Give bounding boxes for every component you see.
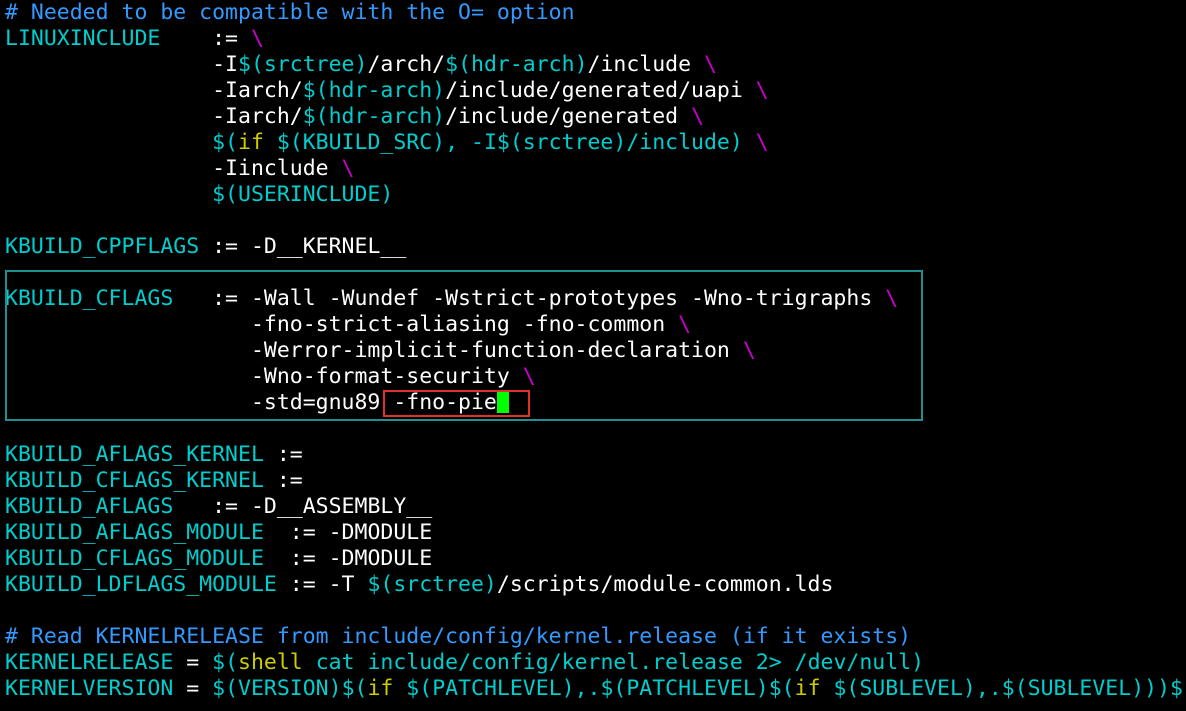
- code-token: :=: [212, 26, 251, 51]
- code-token: $(PATCHLEVEL),.$(PATCHLEVEL)$(: [393, 676, 795, 701]
- code-line: # Needed to be compatible with the O= op…: [5, 0, 1186, 26]
- code-token: KBUILD_AFLAGS_KERNEL: [5, 442, 264, 467]
- code-token: KERNELVERSION: [5, 676, 174, 701]
- code-token: $(hdr-arch): [445, 52, 588, 77]
- code-line: -I$(srctree)/arch/$(hdr-arch)/include \: [5, 52, 1186, 78]
- code-token: =: [173, 650, 213, 675]
- code-token: \: [341, 156, 355, 181]
- code-token: # Read KERNELRELEASE from include/config…: [5, 624, 912, 649]
- code-token: -Iinclude: [5, 156, 342, 181]
- code-token: KBUILD_AFLAGS_MODULE: [5, 520, 264, 545]
- code-token: \: [704, 52, 717, 77]
- code-line: $(USERINCLUDE): [5, 182, 1186, 208]
- code-token: /include/generated/uapi: [445, 78, 756, 103]
- code-token: -Iarch/: [5, 104, 303, 129]
- code-line: -Iarch/$(hdr-arch)/include/generated/uap…: [5, 78, 1186, 104]
- code-token: $(KBUILD_SRC), -I$(srctree)/include): [263, 130, 756, 155]
- code-token: KERNELRELEASE: [5, 650, 174, 675]
- code-token: \: [885, 286, 899, 311]
- code-token: KBUILD_LDFLAGS_MODULE: [5, 572, 277, 597]
- code-token: := -D__ASSEMBLY__: [173, 494, 433, 519]
- code-line: -std=gnu89 -fno-pie: [5, 390, 1186, 416]
- code-line: $(if $(KBUILD_SRC), -I$(srctree)/include…: [5, 130, 1186, 156]
- code-line: KBUILD_CFLAGS_KERNEL :=: [5, 468, 1186, 494]
- code-line: KERNELRELEASE = $(shell cat include/conf…: [5, 650, 1186, 676]
- code-token: if: [794, 676, 821, 701]
- code-token: \: [755, 130, 769, 155]
- code-token: if: [238, 130, 264, 155]
- code-token: # Needed to be compatible with the O= op…: [5, 0, 575, 25]
- code-token: $(: [212, 650, 239, 675]
- code-token: KBUILD_AFLAGS: [5, 494, 174, 519]
- code-token: :=: [263, 468, 303, 493]
- code-token: $(VERSION)$(: [212, 676, 368, 701]
- code-token: -I: [5, 52, 238, 77]
- code-line: -Wno-format-security \: [5, 364, 1186, 390]
- code-token: shell: [238, 650, 303, 675]
- code-token: $(USERINCLUDE): [5, 182, 394, 207]
- code-token: \: [522, 364, 536, 389]
- code-token: /include: [587, 52, 705, 77]
- code-token: KBUILD_CFLAGS: [5, 286, 174, 311]
- code-line: -Iinclude \: [5, 156, 1186, 182]
- code-token: $(hdr-arch): [302, 104, 446, 129]
- code-token: := -T: [276, 572, 368, 597]
- code-token: := -D__KERNEL__: [199, 234, 407, 259]
- code-token: /arch/: [367, 52, 446, 77]
- code-token: :=: [263, 442, 303, 467]
- code-token: -std=gnu89 -fno-pie: [5, 390, 497, 415]
- code-token: $(srctree): [367, 572, 497, 597]
- code-token: KBUILD_CPPFLAGS: [5, 234, 200, 259]
- code-token: /scripts/module-common.lds: [496, 572, 834, 597]
- code-token: $(: [5, 130, 238, 155]
- code-line: KERNELVERSION = $(VERSION)$(if $(PATCHLE…: [5, 676, 1186, 702]
- code-token: -fno-strict-aliasing -fno-common: [5, 312, 679, 337]
- code-token: \: [691, 104, 705, 129]
- code-token: -Werror-implicit-function-declaration: [5, 338, 743, 363]
- code-line: -Iarch/$(hdr-arch)/include/generated \: [5, 104, 1186, 130]
- code-token: := -Wall -Wundef -Wstrict-prototypes -Wn…: [173, 286, 886, 311]
- code-token: \: [755, 78, 769, 103]
- code-line: KBUILD_AFLAGS_MODULE := -DMODULE: [5, 520, 1186, 546]
- code-line: # Read KERNELRELEASE from include/config…: [5, 624, 1186, 650]
- code-token: cat include/config/kernel.release 2> /de…: [302, 650, 925, 675]
- code-token: $(hdr-arch): [302, 78, 446, 103]
- code-line: KBUILD_AFLAGS := -D__ASSEMBLY__: [5, 494, 1186, 520]
- code-token: -Wno-format-security: [5, 364, 523, 389]
- code-line: KBUILD_LDFLAGS_MODULE := -T $(srctree)/s…: [5, 572, 1186, 598]
- code-line: -Werror-implicit-function-declaration \: [5, 338, 1186, 364]
- code-token: -Iarch/: [5, 78, 303, 103]
- code-token: $(SUBLEVEL),.$(SUBLEVEL)))$(: [820, 676, 1186, 701]
- code-line: -fno-strict-aliasing -fno-common \: [5, 312, 1186, 338]
- code-token: \: [742, 338, 756, 363]
- code-token: /include/generated: [445, 104, 692, 129]
- code-token: $(srctree): [238, 52, 368, 77]
- code-line: KBUILD_AFLAGS_KERNEL :=: [5, 442, 1186, 468]
- code-line: KBUILD_CFLAGS_MODULE := -DMODULE: [5, 546, 1186, 572]
- code-line: KBUILD_CFLAGS := -Wall -Wundef -Wstrict-…: [5, 286, 1186, 312]
- code-token: \: [678, 312, 692, 337]
- text-cursor: [496, 391, 509, 413]
- code-token: := -DMODULE: [263, 546, 433, 571]
- code-token: if: [367, 676, 394, 701]
- code-editor[interactable]: # Needed to be compatible with the O= op…: [5, 0, 1186, 711]
- code-line: KBUILD_CPPFLAGS := -D__KERNEL__: [5, 234, 1186, 260]
- code-token: LINUXINCLUDE: [5, 26, 213, 51]
- code-token: =: [173, 676, 213, 701]
- code-token: KBUILD_CFLAGS_KERNEL: [5, 468, 264, 493]
- code-line: LINUXINCLUDE := \: [5, 26, 1186, 52]
- code-token: KBUILD_CFLAGS_MODULE: [5, 546, 264, 571]
- code-token: \: [250, 26, 264, 51]
- code-token: := -DMODULE: [263, 520, 433, 545]
